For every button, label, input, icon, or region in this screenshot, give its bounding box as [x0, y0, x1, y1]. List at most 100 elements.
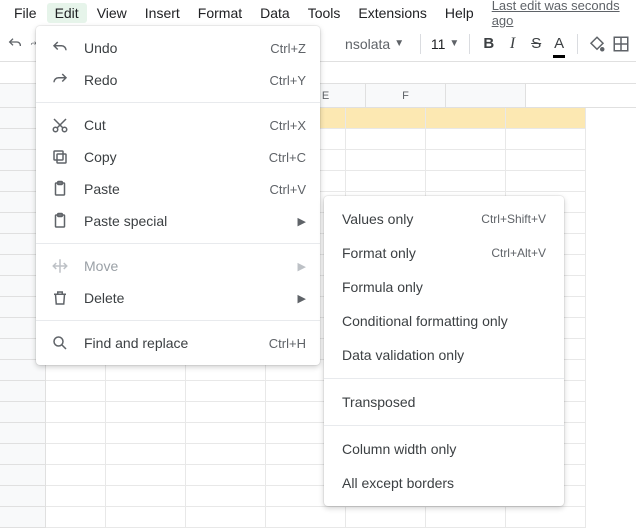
- column-width-only-item[interactable]: Column width only: [324, 432, 564, 466]
- undo-button-icon[interactable]: [6, 32, 24, 56]
- row-header[interactable]: [0, 465, 46, 486]
- cell[interactable]: [186, 423, 266, 444]
- cell[interactable]: [46, 402, 106, 423]
- cell[interactable]: [426, 171, 506, 192]
- cell[interactable]: [506, 171, 586, 192]
- submenu-arrow-icon: ▶: [298, 260, 306, 273]
- text-color-button[interactable]: A: [551, 32, 567, 56]
- cell[interactable]: [506, 129, 586, 150]
- cell[interactable]: [106, 381, 186, 402]
- menu-insert[interactable]: Insert: [137, 3, 188, 23]
- column-header[interactable]: [446, 84, 526, 107]
- cell[interactable]: [106, 486, 186, 507]
- delete-menu-item[interactable]: Delete ▶: [36, 282, 320, 314]
- undo-menu-item[interactable]: Undo Ctrl+Z: [36, 32, 320, 64]
- menu-label: Copy: [84, 149, 255, 165]
- toolbar-separator: [469, 34, 470, 54]
- cell[interactable]: [46, 381, 106, 402]
- cell[interactable]: [186, 486, 266, 507]
- menu-data[interactable]: Data: [252, 3, 298, 23]
- fill-color-button[interactable]: [588, 32, 606, 56]
- font-family-select[interactable]: nsolata ▼: [339, 34, 410, 54]
- strikethrough-button[interactable]: S: [527, 32, 545, 56]
- data-validation-only-item[interactable]: Data validation only: [324, 338, 564, 372]
- menu-edit[interactable]: Edit: [47, 3, 87, 23]
- last-edit-link[interactable]: Last edit was seconds ago: [492, 0, 630, 28]
- cell[interactable]: [506, 507, 586, 528]
- cell[interactable]: [46, 465, 106, 486]
- cell[interactable]: [266, 507, 346, 528]
- find-replace-menu-item[interactable]: Find and replace Ctrl+H: [36, 327, 320, 359]
- cell[interactable]: [46, 507, 106, 528]
- cell[interactable]: [186, 444, 266, 465]
- find-replace-icon: [50, 333, 70, 353]
- cell[interactable]: [346, 150, 426, 171]
- cell[interactable]: [186, 465, 266, 486]
- paste-menu-item[interactable]: Paste Ctrl+V: [36, 173, 320, 205]
- italic-button[interactable]: I: [504, 32, 522, 56]
- format-only-item[interactable]: Format only Ctrl+Alt+V: [324, 236, 564, 270]
- cell[interactable]: [346, 108, 426, 129]
- bold-button[interactable]: B: [480, 32, 498, 56]
- menu-extensions[interactable]: Extensions: [350, 3, 434, 23]
- font-size-select[interactable]: 11 ▼: [431, 36, 459, 52]
- submenu-arrow-icon: ▶: [298, 292, 306, 305]
- cell[interactable]: [186, 507, 266, 528]
- menu-label: Transposed: [342, 394, 546, 410]
- menu-label: Undo: [84, 40, 256, 56]
- cell[interactable]: [346, 507, 426, 528]
- paste-special-menu-item[interactable]: Paste special ▶: [36, 205, 320, 237]
- cell[interactable]: [346, 171, 426, 192]
- cell[interactable]: [186, 381, 266, 402]
- cell[interactable]: [426, 108, 506, 129]
- cell[interactable]: [106, 444, 186, 465]
- cell[interactable]: [106, 423, 186, 444]
- values-only-item[interactable]: Values only Ctrl+Shift+V: [324, 202, 564, 236]
- menu-help[interactable]: Help: [437, 3, 482, 23]
- transposed-item[interactable]: Transposed: [324, 385, 564, 419]
- all-except-borders-item[interactable]: All except borders: [324, 466, 564, 500]
- font-size-label: 11: [431, 36, 446, 52]
- cell[interactable]: [506, 108, 586, 129]
- row-header[interactable]: [0, 381, 46, 402]
- menu-label: Find and replace: [84, 335, 255, 351]
- cell[interactable]: [46, 486, 106, 507]
- conditional-formatting-only-item[interactable]: Conditional formatting only: [324, 304, 564, 338]
- caret-down-icon: ▼: [394, 38, 404, 49]
- formula-only-item[interactable]: Formula only: [324, 270, 564, 304]
- cell[interactable]: [186, 402, 266, 423]
- cell[interactable]: [346, 129, 426, 150]
- cell[interactable]: [506, 150, 586, 171]
- cell[interactable]: [426, 150, 506, 171]
- column-header[interactable]: F: [366, 84, 446, 107]
- cell[interactable]: [106, 402, 186, 423]
- copy-menu-item[interactable]: Copy Ctrl+C: [36, 141, 320, 173]
- cell[interactable]: [106, 465, 186, 486]
- menu-shortcut: Ctrl+C: [269, 150, 306, 165]
- row-header[interactable]: [0, 507, 46, 528]
- menu-label: Paste: [84, 181, 256, 197]
- menu-view[interactable]: View: [89, 3, 135, 23]
- redo-menu-item[interactable]: Redo Ctrl+Y: [36, 64, 320, 96]
- menu-label: Paste special: [84, 213, 284, 229]
- row-header[interactable]: [0, 444, 46, 465]
- edit-menu-dropdown: Undo Ctrl+Z Redo Ctrl+Y Cut Ctrl+X Copy …: [36, 26, 320, 365]
- cell[interactable]: [426, 129, 506, 150]
- row-header[interactable]: [0, 486, 46, 507]
- table-row: [0, 507, 636, 528]
- cut-menu-item[interactable]: Cut Ctrl+X: [36, 109, 320, 141]
- menu-label: Values only: [342, 211, 471, 227]
- cell[interactable]: [46, 444, 106, 465]
- menu-tools[interactable]: Tools: [300, 3, 349, 23]
- menu-file[interactable]: File: [6, 3, 45, 23]
- cell[interactable]: [426, 507, 506, 528]
- row-header[interactable]: [0, 423, 46, 444]
- menu-divider: [36, 320, 320, 321]
- menu-label: Data validation only: [342, 347, 546, 363]
- row-header[interactable]: [0, 402, 46, 423]
- menu-format[interactable]: Format: [190, 3, 250, 23]
- borders-button[interactable]: [612, 32, 630, 56]
- menu-shortcut: Ctrl+H: [269, 336, 306, 351]
- cell[interactable]: [46, 423, 106, 444]
- cell[interactable]: [106, 507, 186, 528]
